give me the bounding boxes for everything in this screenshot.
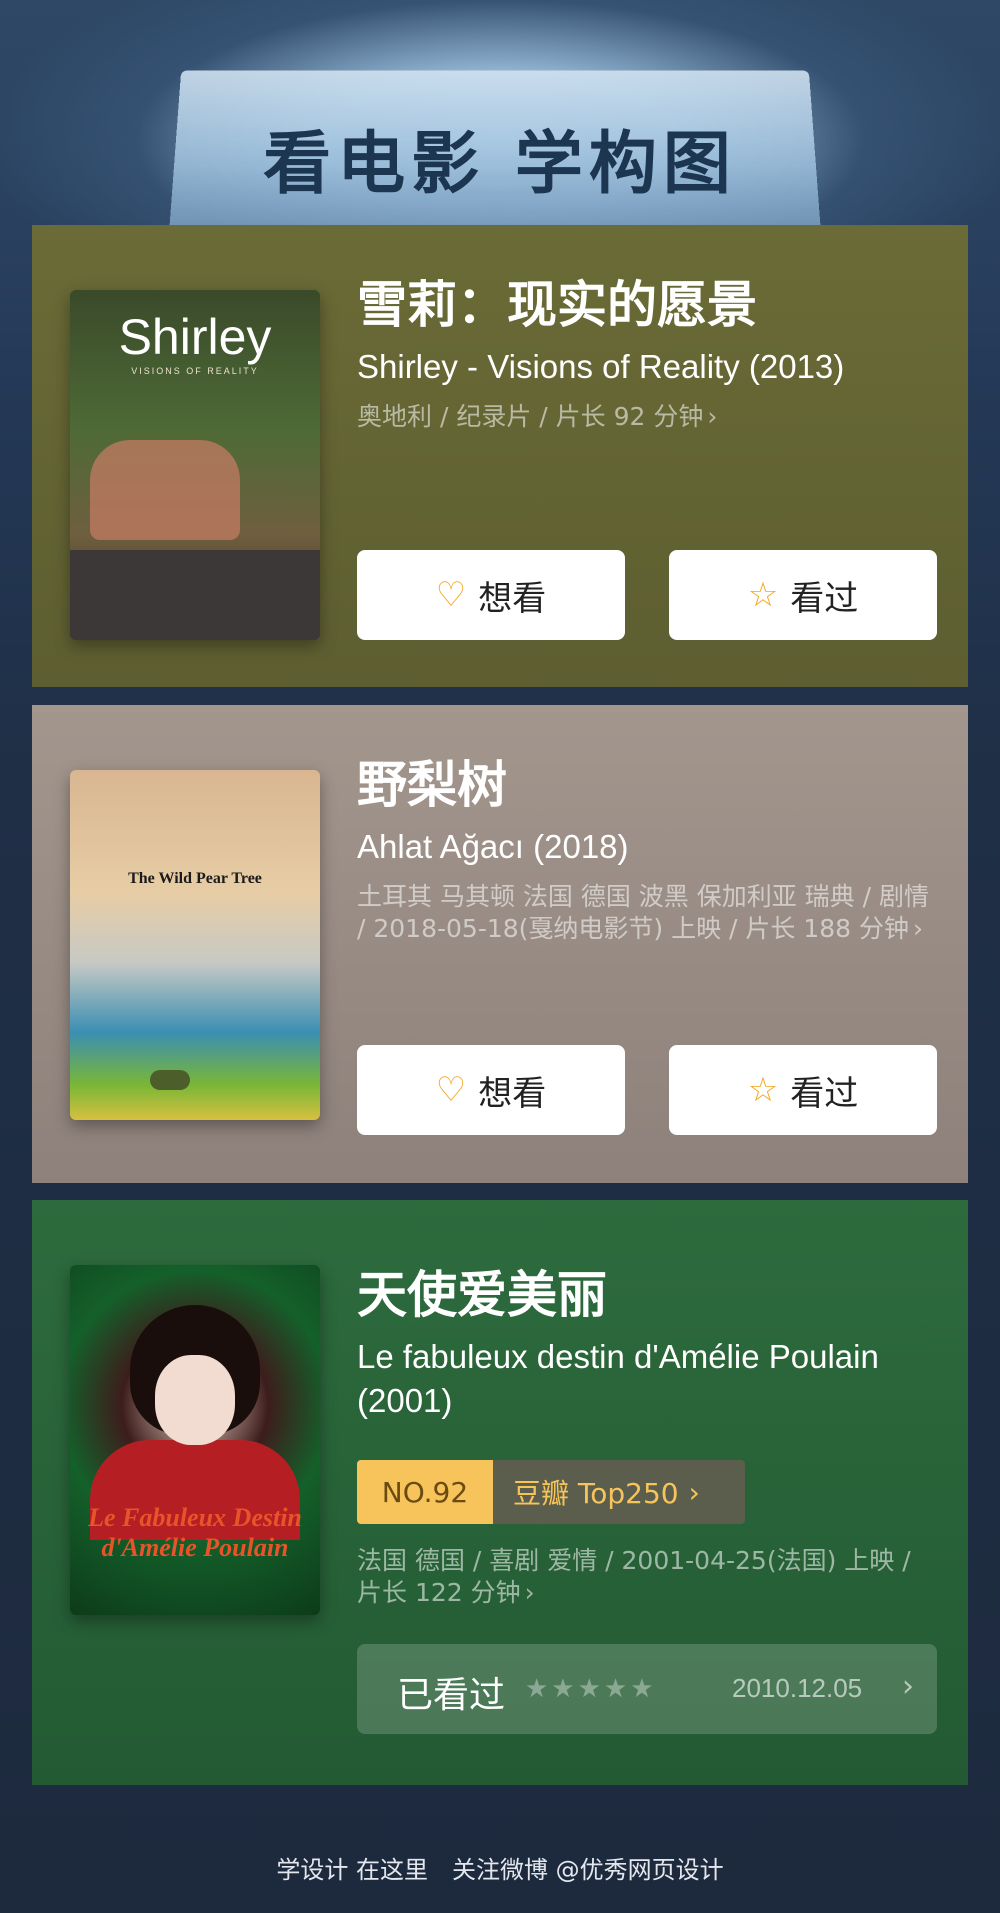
- heart-plus-icon: ♡: [435, 575, 467, 615]
- movie-card[interactable]: Shirley VISIONS OF REALITY 雪莉：现实的愿景 Shir…: [32, 225, 968, 687]
- star-icon: ☆: [747, 575, 779, 615]
- movie-card[interactable]: The Wild Pear Tree 野梨树 Ahlat Ağacı (2018…: [32, 705, 968, 1183]
- rating-stars: ★★★★★: [525, 1674, 657, 1704]
- movie-meta-text: 奥地利 / 纪录片 / 片长 92 分钟: [357, 402, 704, 431]
- watched-date: 2010.12.05: [732, 1673, 863, 1703]
- poster-subtitle: VISIONS OF REALITY: [131, 366, 259, 376]
- movie-meta-wrap: 法国 德国 / 喜剧 爱情 / 2001-04-25(法国) 上映 / 片长 1…: [357, 1545, 937, 1609]
- chevron-right-icon: ›: [707, 402, 718, 431]
- movie-meta[interactable]: 法国 德国 / 喜剧 爱情 / 2001-04-25(法国) 上映 / 片长 1…: [357, 1545, 937, 1609]
- poster-face: [155, 1355, 235, 1445]
- poster-title: The Wild Pear Tree: [128, 870, 262, 887]
- rank-number: NO.92: [357, 1460, 493, 1524]
- movie-poster[interactable]: Le Fabuleux Destin d'Amélie Poulain: [70, 1265, 320, 1615]
- movie-meta[interactable]: 土耳其 马其顿 法国 德国 波黑 保加利亚 瑞典 / 剧情 / 2018-05-…: [357, 881, 937, 945]
- movie-meta[interactable]: 奥地利 / 纪录片 / 片长 92 分钟 ›: [357, 401, 937, 433]
- want-button[interactable]: ♡ 想看: [357, 550, 625, 640]
- movie-meta-text: 土耳其 马其顿 法国 德国 波黑 保加利亚 瑞典 / 剧情 / 2018-05-…: [357, 882, 929, 943]
- movie-meta-text: 法国 德国 / 喜剧 爱情 / 2001-04-25(法国) 上映 / 片长 1…: [357, 1546, 911, 1607]
- seen-button[interactable]: ☆ 看过: [669, 1045, 937, 1135]
- poster-title: Shirley: [118, 309, 272, 365]
- movie-title-en: Shirley - Visions of Reality (2013): [357, 348, 845, 385]
- movie-poster[interactable]: The Wild Pear Tree: [70, 770, 320, 1120]
- rank-list-label: 豆瓣 Top250: [513, 1477, 679, 1510]
- poster-title: Le Fabuleux Destin d'Amélie Poulain: [88, 1503, 302, 1562]
- poster-bed: [70, 550, 320, 640]
- chevron-right-icon: ›: [902, 1669, 914, 1704]
- rank-list: 豆瓣 Top250 ›: [493, 1460, 745, 1524]
- footer-text: 学设计 在这里 关注微博 @优秀网页设计: [276, 1856, 724, 1884]
- watched-record[interactable]: 已看过 ★★★★★ 2010.12.05 ›: [357, 1644, 937, 1734]
- movie-poster[interactable]: Shirley VISIONS OF REALITY: [70, 290, 320, 640]
- movie-title-cn: 天使爱美丽: [357, 1266, 607, 1324]
- movie-title-cn: 野梨树: [357, 756, 507, 814]
- poster-figure: [150, 1070, 190, 1090]
- chevron-right-icon: ›: [688, 1475, 700, 1509]
- want-label: 想看: [478, 578, 547, 619]
- movie-info: 雪莉：现实的愿景 Shirley - Visions of Reality (2…: [357, 275, 937, 433]
- action-buttons: ♡ 想看 ☆ 看过: [357, 1045, 937, 1135]
- movie-info: 天使爱美丽 Le fabuleux destin d'Amélie Poulai…: [357, 1265, 937, 1423]
- want-label: 想看: [478, 1073, 547, 1114]
- watched-label: 已看过: [397, 1675, 506, 1716]
- movie-card[interactable]: Le Fabuleux Destin d'Amélie Poulain 天使爱美…: [32, 1200, 968, 1785]
- chevron-right-icon: ›: [913, 914, 924, 943]
- ranking-badge[interactable]: NO.92 豆瓣 Top250 ›: [357, 1460, 745, 1524]
- want-button[interactable]: ♡ 想看: [357, 1045, 625, 1135]
- action-buttons: ♡ 想看 ☆ 看过: [357, 550, 937, 640]
- seen-label: 看过: [790, 1073, 859, 1114]
- seen-label: 看过: [790, 578, 859, 619]
- chevron-right-icon: ›: [524, 1578, 535, 1607]
- poster-figure: [90, 440, 240, 540]
- page-title: 看电影 学构图: [263, 125, 737, 204]
- star-icon: ☆: [747, 1070, 779, 1110]
- movie-title-en: Ahlat Ağacı (2018): [357, 828, 629, 865]
- movie-info: 野梨树 Ahlat Ağacı (2018) 土耳其 马其顿 法国 德国 波黑 …: [357, 755, 937, 945]
- movie-title-cn: 雪莉：现实的愿景: [357, 276, 757, 334]
- seen-button[interactable]: ☆ 看过: [669, 550, 937, 640]
- movie-title-en: Le fabuleux destin d'Amélie Poulain (200…: [357, 1338, 879, 1419]
- heart-plus-icon: ♡: [435, 1070, 467, 1110]
